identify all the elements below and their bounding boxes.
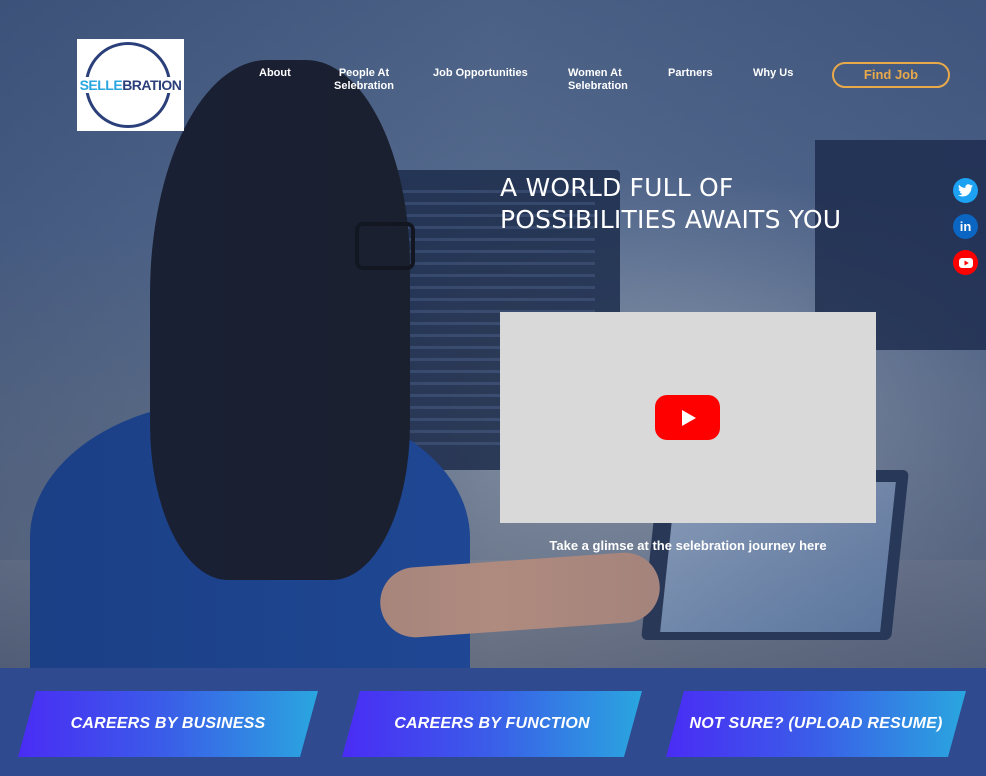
careers-by-business-button[interactable]: CAREERS BY BUSINESS (18, 691, 318, 757)
headline-line1: A WORLD FULL OF (500, 173, 734, 202)
hero-headline: A WORLD FULL OF POSSIBILITIES AWAITS YOU (500, 172, 900, 236)
logo-text-suffix: BRATION (122, 77, 182, 93)
logo-text: SELLEBRATION (78, 77, 183, 93)
linkedin-icon[interactable]: in (953, 214, 978, 239)
careers-by-function-button[interactable]: CAREERS BY FUNCTION (342, 691, 642, 757)
headline-line2: POSSIBILITIES AWAITS YOU (500, 205, 842, 234)
twitter-bird-glyph (958, 184, 973, 197)
nav-partners[interactable]: Partners (668, 67, 713, 80)
video-player[interactable] (500, 312, 876, 523)
nav-job-opportunities[interactable]: Job Opportunities (433, 67, 528, 80)
youtube-glyph (958, 257, 973, 268)
logo-text-prefix: SELLE (79, 77, 123, 93)
linkedin-glyph: in (959, 219, 972, 234)
nav-why-us[interactable]: Why Us (753, 67, 793, 80)
site-logo[interactable]: SELLEBRATION (77, 39, 184, 131)
upload-resume-button[interactable]: NOT SURE? (UPLOAD RESUME) (666, 691, 966, 757)
nav-people-line2: Selebration (334, 80, 394, 92)
nav-women-line1: Women At (568, 67, 622, 79)
play-triangle-glyph (681, 409, 696, 426)
nav-people-line1: People At (338, 67, 390, 79)
youtube-icon[interactable] (953, 250, 978, 275)
nav-women-at-selebration[interactable]: Women At Selebration (568, 67, 630, 93)
video-caption: Take a glimse at the selebration journey… (549, 538, 827, 553)
play-icon[interactable] (655, 395, 720, 440)
nav-about[interactable]: About (259, 67, 291, 80)
find-job-button[interactable]: Find Job (832, 62, 950, 88)
nav-people-at-selebration[interactable]: People At Selebration (332, 67, 396, 93)
twitter-icon[interactable] (953, 178, 978, 203)
nav-women-line2: Selebration (568, 80, 628, 92)
